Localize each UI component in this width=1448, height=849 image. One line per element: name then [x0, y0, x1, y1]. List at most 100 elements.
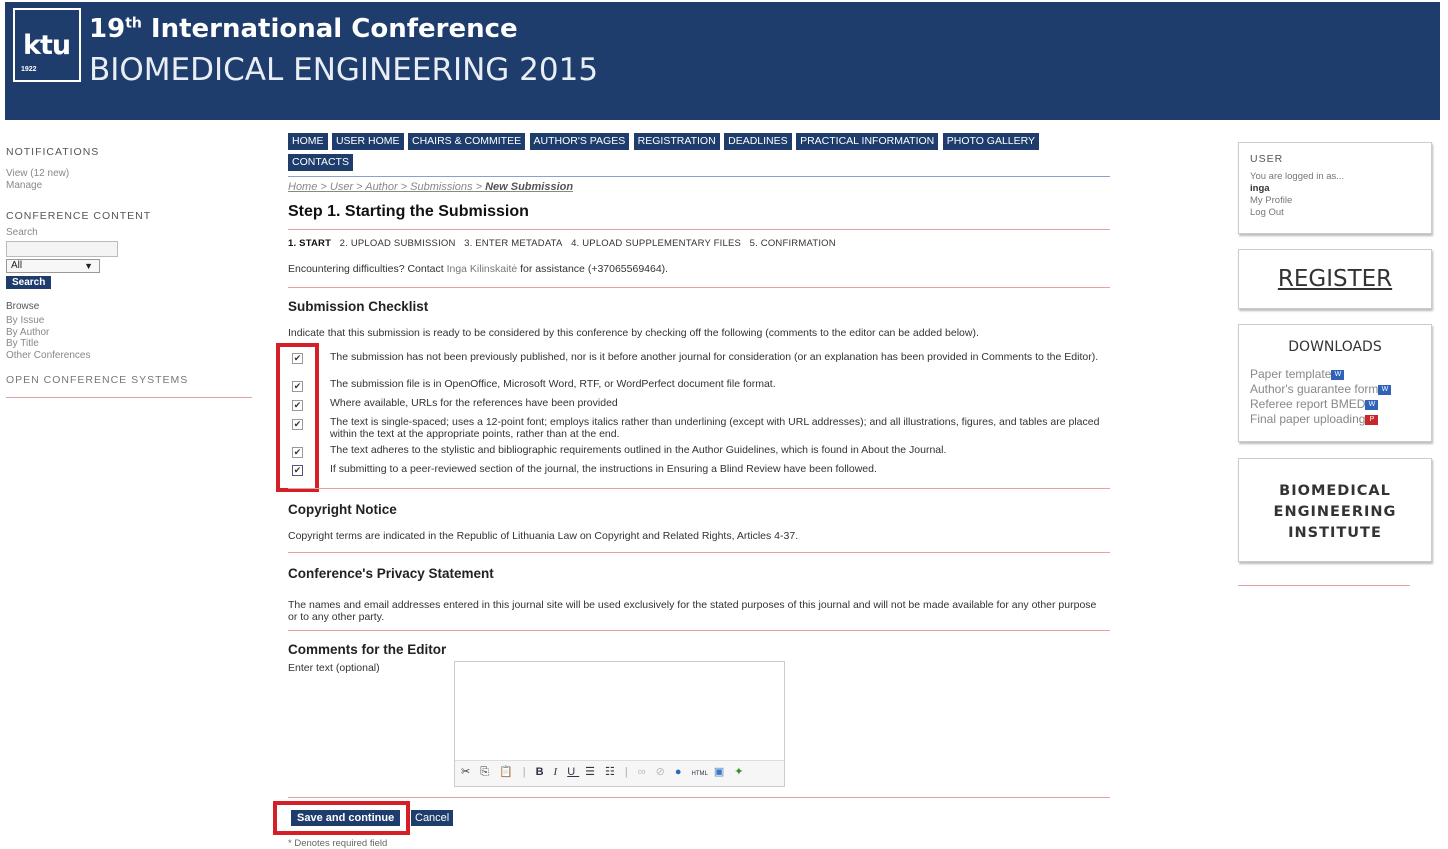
help-icon[interactable]: ● — [675, 766, 686, 778]
search-button[interactable]: Search — [6, 276, 52, 289]
divider — [288, 630, 1110, 631]
conference-title: 19th International Conference — [89, 14, 518, 44]
copyright-text: Copyright terms are indicated in the Rep… — [288, 530, 799, 542]
word-file-icon: W — [1365, 399, 1379, 410]
nav-deadlines[interactable]: DEADLINES — [724, 133, 792, 150]
ocs-link[interactable]: OPEN CONFERENCE SYSTEMS — [6, 374, 254, 386]
search-label: Search — [6, 227, 38, 238]
underline-icon[interactable]: U — [567, 766, 579, 778]
divider — [288, 488, 1110, 489]
browse-by-author-link[interactable]: By Author — [6, 327, 254, 339]
search-scope-select[interactable]: All ▼ — [6, 259, 100, 273]
username: inga — [1250, 183, 1270, 194]
logged-in-text: You are logged in as... — [1250, 171, 1345, 182]
log-out-link[interactable]: Log Out — [1250, 207, 1420, 219]
download-referee-report[interactable]: Referee report BMED W — [1250, 397, 1420, 412]
institute-line: INSTITUTE — [1288, 525, 1382, 541]
contact-line: Encountering difficulties? Contact Inga … — [288, 263, 669, 275]
toolbar-separator: | — [522, 766, 530, 778]
required-field-note: * Denotes required field — [288, 838, 388, 849]
checklist-title: Submission Checklist — [288, 299, 429, 314]
html-icon[interactable]: HTML — [692, 771, 708, 777]
institute-box[interactable]: BIOMEDICAL ENGINEERING INSTITUTE — [1238, 458, 1432, 562]
cut-icon[interactable]: ✂ — [461, 765, 474, 778]
sidebar-divider — [6, 397, 252, 398]
word-file-icon: W — [1331, 369, 1345, 380]
my-profile-link[interactable]: My Profile — [1250, 195, 1420, 207]
nav-divider — [288, 176, 1110, 177]
downloads-title: DOWNLOADS — [1288, 339, 1382, 355]
browse-label: Browse — [6, 301, 40, 312]
step-5: 5. CONFIRMATION — [749, 238, 836, 249]
nav-registration[interactable]: REGISTRATION — [633, 133, 720, 150]
left-sidebar: NOTIFICATIONS View (12 new) Manage CONFE… — [6, 146, 254, 386]
ktu-logo[interactable]: ktu 1922 — [13, 8, 81, 82]
checklist-intro: Indicate that this submission is ready t… — [288, 327, 979, 339]
user-box: USER You are logged in as... inga My Pro… — [1238, 142, 1432, 234]
checkbox-highlight — [276, 343, 319, 492]
link-icon[interactable]: ∞ — [638, 766, 650, 778]
nav-home[interactable]: HOME — [288, 133, 328, 150]
step-4: 4. UPLOAD SUPPLEMENTARY FILES — [571, 238, 742, 249]
nav-contacts[interactable]: CONTACTS — [288, 154, 353, 171]
copy-icon[interactable]: ⎘ — [480, 766, 493, 779]
bullet-list-icon[interactable]: ☰ — [585, 765, 599, 778]
submission-steps: 1. START 2. UPLOAD SUBMISSION 3. ENTER M… — [288, 238, 1110, 249]
sidebar-divider — [1238, 585, 1410, 586]
toolbar-separator: | — [624, 766, 632, 778]
word-file-icon: W — [1378, 384, 1392, 395]
institute-line: ENGINEERING — [1273, 504, 1397, 520]
privacy-title: Conference's Privacy Statement — [288, 566, 494, 581]
browse-by-title-link[interactable]: By Title — [6, 338, 254, 350]
divider — [288, 552, 1110, 553]
chevron-down-icon: ▼ — [84, 261, 93, 271]
editor-toolbar: ✂ ⎘ 📋 | B I U ☰ ☷ | ∞ ⊘ ● HTML ▣ ✦ — [455, 760, 784, 786]
divider — [288, 797, 1110, 798]
search-input[interactable] — [6, 241, 118, 257]
site-header: ktu 1922 19th International Conference B… — [5, 2, 1440, 120]
main-nav: HOME USER HOME CHAIRS & COMMITEE AUTHOR'… — [288, 131, 1068, 173]
other-conferences-link[interactable]: Other Conferences — [6, 350, 254, 362]
download-final-paper[interactable]: Final paper uploading P — [1250, 412, 1420, 427]
copyright-title: Copyright Notice — [288, 502, 397, 517]
conference-subtitle: BIOMEDICAL ENGINEERING 2015 — [89, 52, 599, 88]
download-paper-template[interactable]: Paper template W — [1250, 367, 1420, 382]
conference-content-title: CONFERENCE CONTENT — [6, 210, 152, 222]
bold-icon[interactable]: B — [536, 766, 548, 778]
user-title: USER — [1250, 153, 1284, 165]
step-3: 3. ENTER METADATA — [464, 238, 563, 249]
breadcrumb[interactable]: Home > User > Author > Submissions > New… — [288, 181, 1110, 193]
downloads-box: DOWNLOADS Paper template W Author's guara… — [1238, 324, 1432, 442]
divider — [288, 287, 1110, 288]
divider — [288, 229, 1110, 230]
step-1: 1. START — [288, 238, 332, 249]
manage-notifications-link[interactable]: Manage — [6, 180, 254, 192]
comments-editor[interactable]: ✂ ⎘ 📋 | B I U ☰ ☷ | ∞ ⊘ ● HTML ▣ ✦ — [454, 661, 785, 787]
cancel-button[interactable]: Cancel — [411, 810, 454, 826]
italic-icon[interactable]: I — [554, 766, 562, 778]
register-link[interactable]: REGISTER — [1278, 266, 1392, 292]
browse-by-issue-link[interactable]: By Issue — [6, 315, 254, 327]
save-button-highlight — [273, 801, 410, 835]
nav-user-home[interactable]: USER HOME — [331, 133, 404, 150]
nav-chairs-committee[interactable]: CHAIRS & COMMITEE — [408, 133, 526, 150]
breadcrumb-current: New Submission — [485, 181, 574, 193]
notifications-title: NOTIFICATIONS — [6, 146, 100, 158]
download-authors-guarantee[interactable]: Author's guarantee form W — [1250, 382, 1420, 397]
view-notifications-link[interactable]: View (12 new) — [6, 168, 254, 180]
page-title: Step 1. Starting the Submission — [288, 203, 529, 220]
image-icon[interactable]: ▣ — [714, 765, 728, 778]
unlink-icon[interactable]: ⊘ — [656, 765, 669, 778]
logo-year: 1922 — [21, 66, 37, 73]
nav-practical-information[interactable]: PRACTICAL INFORMATION — [796, 133, 939, 150]
numbered-list-icon[interactable]: ☷ — [605, 765, 619, 778]
nav-authors-pages[interactable]: AUTHOR'S PAGES — [529, 133, 630, 150]
fullscreen-icon[interactable]: ✦ — [734, 765, 747, 778]
nav-photo-gallery[interactable]: PHOTO GALLERY — [942, 133, 1040, 150]
comments-title: Comments for the Editor — [288, 642, 447, 657]
step-2: 2. UPLOAD SUBMISSION — [339, 238, 456, 249]
paste-icon[interactable]: 📋 — [499, 765, 517, 778]
institute-line: BIOMEDICAL — [1279, 483, 1391, 499]
privacy-text: The names and email addresses entered in… — [288, 599, 1097, 623]
contact-link[interactable]: Inga Kilinskaitė — [447, 263, 518, 275]
